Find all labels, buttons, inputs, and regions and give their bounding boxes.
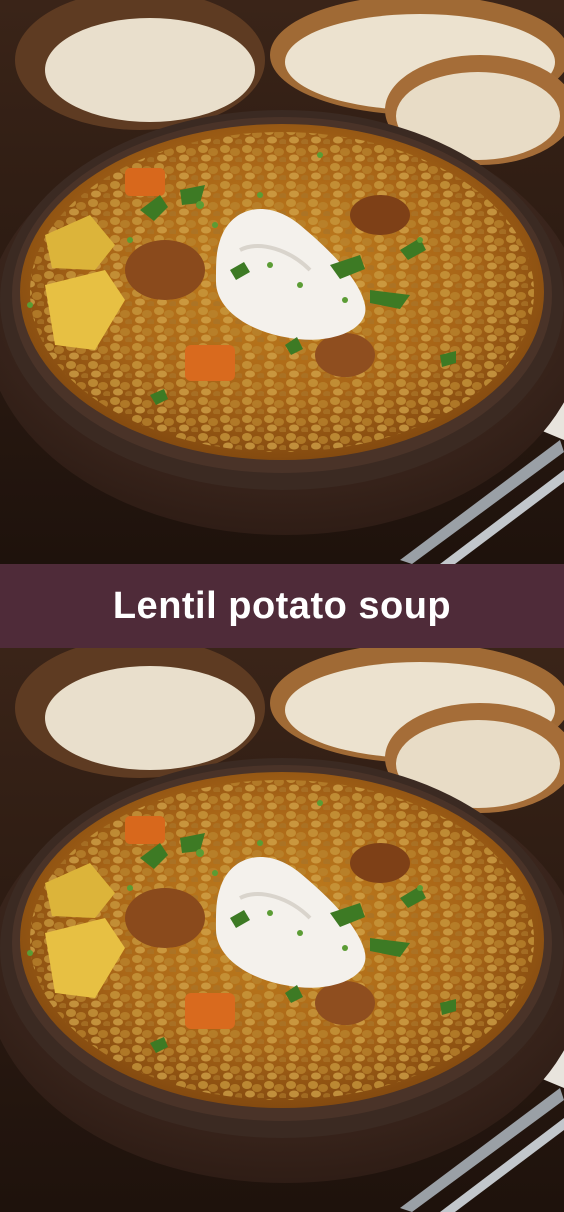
lentil-soup-bowl-image	[0, 648, 564, 1212]
lentil-soup-photo-top	[0, 0, 564, 564]
recipe-title: Lentil potato soup	[112, 584, 452, 627]
lentil-soup-photo-bottom	[0, 648, 564, 1212]
title-banner: Lentil potato soup	[0, 564, 564, 648]
lentil-soup-bowl-image	[0, 0, 564, 564]
